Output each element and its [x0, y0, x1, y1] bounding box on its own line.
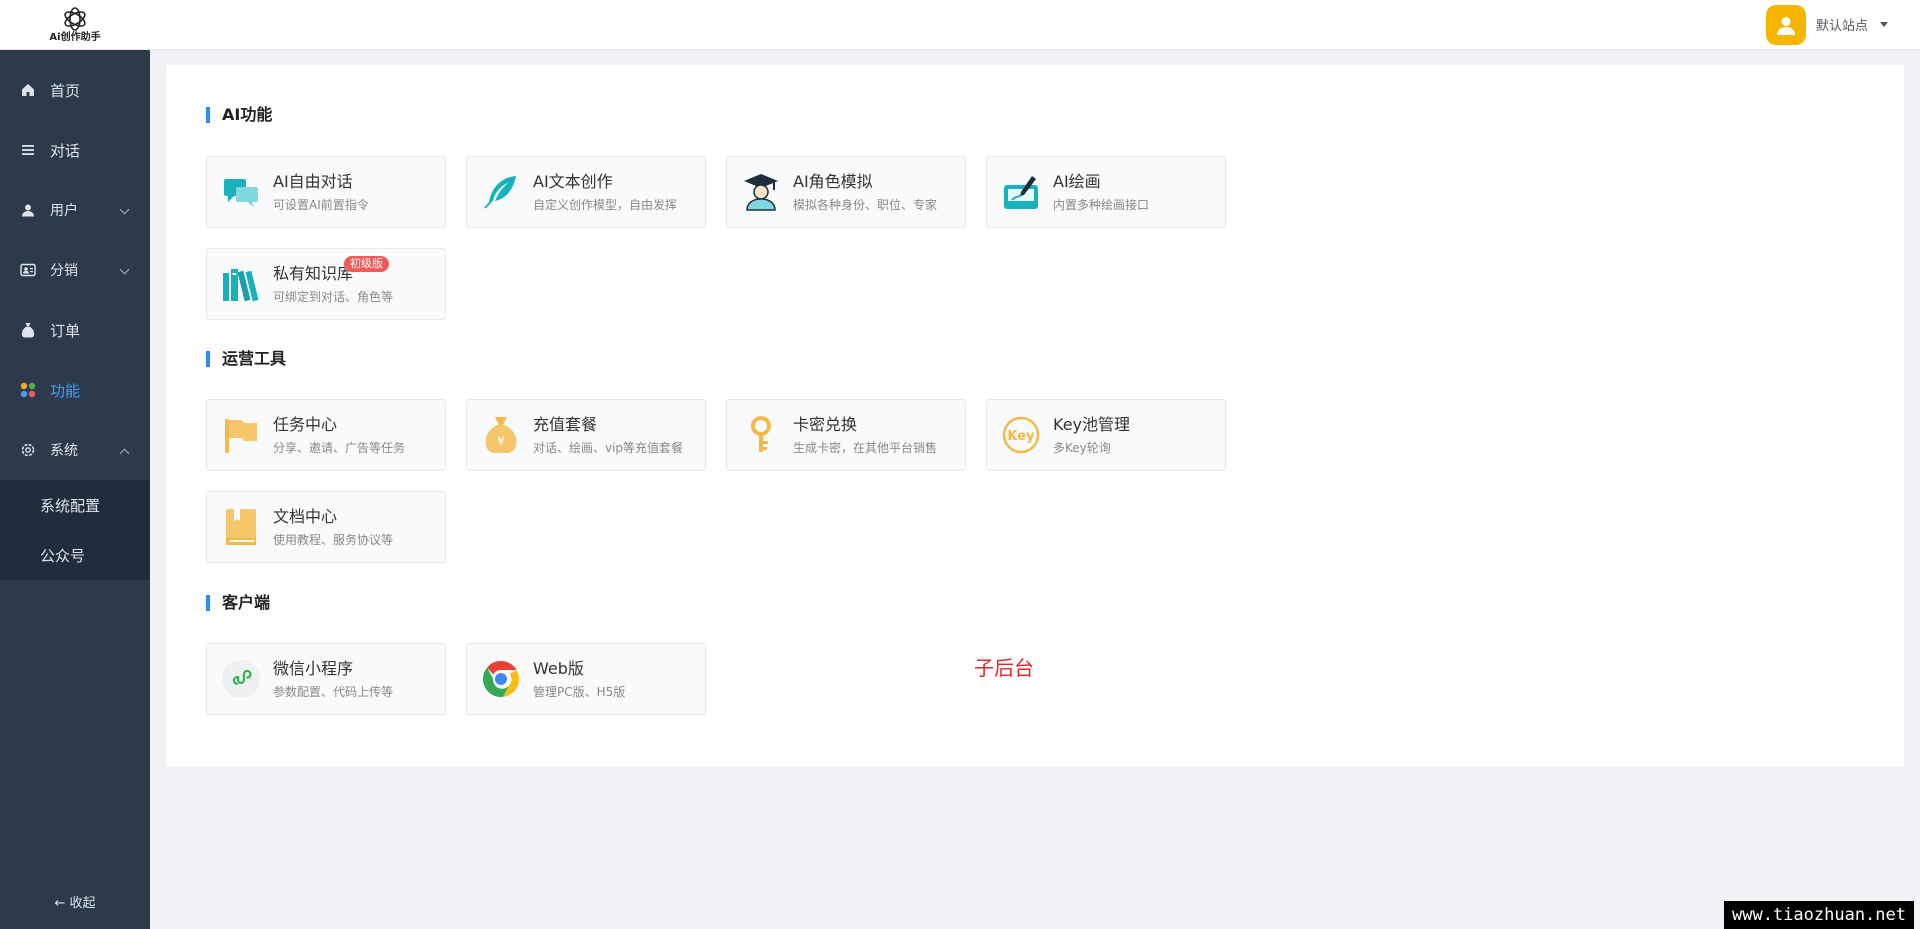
- collapse-label: 收起: [69, 896, 96, 911]
- card-desc: 分享、邀请、广告等任务: [273, 440, 406, 455]
- card-doc-center[interactable]: 文档中心 使用教程、服务协议等: [206, 491, 446, 563]
- money-bag-icon: [20, 322, 36, 338]
- card-task-center[interactable]: 任务中心 分享、邀请、广告等任务: [206, 399, 446, 471]
- card-desc: 模拟各种身份、职位、专家: [793, 197, 938, 212]
- card-title: 充值套餐: [533, 414, 598, 434]
- money-bag-icon: ¥: [481, 415, 521, 455]
- card-ai-text[interactable]: AI文本创作 自定义创作模型，自由发挥: [466, 156, 706, 228]
- watermark: www.tiaozhuan.net: [1724, 901, 1914, 929]
- sidebar-item-label: 分销: [50, 263, 78, 279]
- home-icon: [20, 82, 36, 98]
- card-title: Key池管理: [1053, 414, 1131, 434]
- main-content: AI功能 AI自由对话 可设置AI前置指令 AI文本创作 自定义创作模型，自由发…: [166, 65, 1904, 766]
- caret-down-icon: [1880, 22, 1888, 27]
- card-recharge-plan[interactable]: ¥ 充值套餐 对话、绘画、vip等充值套餐: [466, 399, 706, 471]
- books-icon: [221, 264, 261, 304]
- card-ai-chat[interactable]: AI自由对话 可设置AI前置指令: [206, 156, 446, 228]
- annotation-label: 子后台: [974, 656, 1034, 680]
- chat-bubbles-icon: [221, 172, 261, 212]
- section-title-operations: 运营工具: [206, 351, 286, 367]
- card-desc: 内置多种绘画接口: [1053, 197, 1150, 212]
- avatar[interactable]: [1765, 4, 1806, 45]
- person-icon: [20, 202, 36, 218]
- sidebar-item-label: 订单: [50, 321, 81, 340]
- card-knowledge-base[interactable]: 私有知识库 可绑定到对话、角色等 初级版: [206, 248, 446, 320]
- sidebar-item-system[interactable]: 系统: [0, 420, 150, 480]
- sidebar: 首页 对话 用户 分销 订单 功能 系统 系统配置 公众号 ← 收起: [0, 50, 150, 929]
- sidebar-item-distribution[interactable]: 分销: [0, 240, 150, 300]
- chrome-icon: [481, 659, 521, 699]
- card-desc: 管理PC版、H5版: [533, 684, 626, 699]
- section-title-client: 客户端: [206, 595, 270, 611]
- sidebar-item-features[interactable]: 功能: [0, 360, 150, 420]
- submenu-item-official-account[interactable]: 公众号: [0, 530, 150, 580]
- logo[interactable]: Ai创作助手: [0, 0, 150, 50]
- svg-text:¥: ¥: [497, 434, 505, 448]
- sidebar-item-chat[interactable]: 对话: [0, 120, 150, 180]
- mini-program-icon: [221, 659, 261, 699]
- card-title: 文档中心: [273, 506, 338, 526]
- sidebar-item-orders[interactable]: 订单: [0, 300, 150, 360]
- flag-icon: [221, 415, 261, 455]
- card-key-pool[interactable]: Key Key池管理 多Key轮询: [986, 399, 1226, 471]
- chevron-down-icon: [119, 204, 130, 215]
- logo-icon: [64, 7, 86, 31]
- card-web[interactable]: Web版 管理PC版、H5版: [466, 643, 706, 715]
- sidebar-item-label: 功能: [50, 381, 81, 400]
- svg-text:Key: Key: [1007, 429, 1035, 444]
- feather-icon: [481, 172, 521, 212]
- card-mini-program[interactable]: 微信小程序 参数配置、代码上传等: [206, 643, 446, 715]
- logo-text: Ai创作助手: [49, 32, 101, 43]
- user-icon: [1776, 16, 1795, 35]
- site-selector[interactable]: 默认站点: [1765, 4, 1888, 45]
- id-card-icon: [20, 262, 36, 278]
- site-name: 默认站点: [1815, 19, 1868, 34]
- card-title: 卡密兑换: [793, 414, 858, 434]
- list-icon: [20, 142, 36, 158]
- key-icon: [741, 415, 781, 455]
- card-desc: 多Key轮询: [1053, 440, 1111, 455]
- graduate-icon: [741, 172, 781, 212]
- card-title: AI角色模拟: [793, 171, 873, 191]
- card-title: AI绘画: [1053, 171, 1101, 191]
- collapse-button[interactable]: ← 收起: [0, 892, 150, 911]
- chevron-down-icon: [119, 264, 130, 275]
- sidebar-item-users[interactable]: 用户: [0, 180, 150, 240]
- card-desc: 参数配置、代码上传等: [273, 684, 394, 699]
- key-circle-icon: Key: [1001, 415, 1041, 455]
- gear-icon: [20, 442, 36, 458]
- card-title: Web版: [533, 658, 584, 678]
- card-desc: 使用教程、服务协议等: [273, 532, 394, 547]
- card-desc: 对话、绘画、vip等充值套餐: [533, 440, 684, 455]
- section-title-ai: AI功能: [206, 107, 272, 123]
- top-header: Ai创作助手 默认站点: [0, 0, 1920, 50]
- card-title: 微信小程序: [273, 658, 354, 678]
- card-title: 任务中心: [273, 414, 338, 434]
- grid-apps-icon: [20, 382, 36, 398]
- arrow-left-icon: ←: [54, 896, 66, 911]
- card-ai-role[interactable]: AI角色模拟 模拟各种身份、职位、专家: [726, 156, 966, 228]
- sidebar-item-label: 对话: [50, 141, 81, 160]
- card-title: AI文本创作: [533, 171, 613, 191]
- card-desc: 可绑定到对话、角色等: [273, 289, 394, 304]
- card-title: AI自由对话: [273, 171, 353, 191]
- book-icon: [221, 507, 261, 547]
- sidebar-item-label: 系统: [50, 443, 78, 459]
- card-desc: 生成卡密，在其他平台销售: [793, 440, 938, 455]
- card-card-redeem[interactable]: 卡密兑换 生成卡密，在其他平台销售: [726, 399, 966, 471]
- card-desc: 可设置AI前置指令: [273, 197, 369, 212]
- sidebar-item-home[interactable]: 首页: [0, 60, 150, 120]
- sidebar-item-label: 首页: [50, 81, 81, 100]
- chevron-up-icon: [119, 448, 130, 459]
- edition-badge: 初级版: [344, 256, 389, 272]
- card-ai-paint[interactable]: AI绘画 内置多种绘画接口: [986, 156, 1226, 228]
- paint-icon: [1001, 172, 1041, 212]
- sidebar-item-label: 用户: [50, 203, 78, 219]
- system-submenu: 系统配置 公众号: [0, 480, 150, 580]
- submenu-item-system-config[interactable]: 系统配置: [0, 480, 150, 530]
- card-desc: 自定义创作模型，自由发挥: [533, 197, 678, 212]
